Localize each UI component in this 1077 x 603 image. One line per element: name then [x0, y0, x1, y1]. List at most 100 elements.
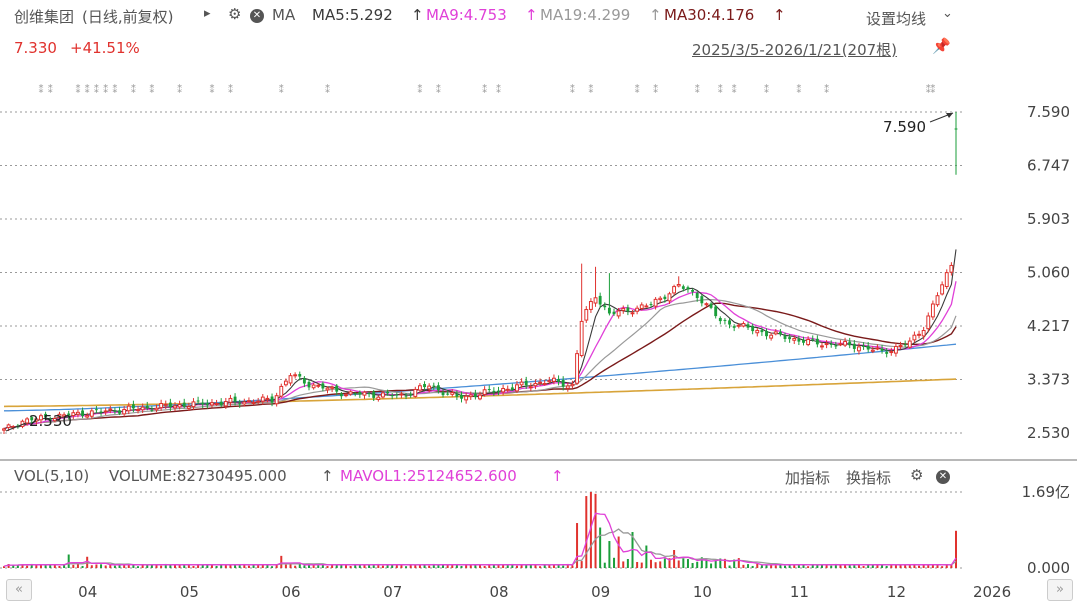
month-tick-label: 07: [383, 583, 403, 601]
scroll-right-button[interactable]: »: [1047, 579, 1073, 601]
event-marker-icon: ⁑: [695, 83, 700, 96]
candle-body: [686, 287, 690, 290]
volume-tick-label: 0.000: [1027, 559, 1070, 576]
add-indicator-button[interactable]: 加指标: [785, 467, 830, 488]
candle-body: [848, 341, 852, 346]
last-price: 7.330: [14, 39, 57, 57]
switch-indicator-button[interactable]: 换指标: [846, 467, 891, 488]
month-tick-label: 08: [489, 583, 509, 601]
high-price-label: 7.590: [883, 118, 926, 136]
candle-body: [339, 393, 343, 397]
candle-body: [829, 343, 833, 345]
volume-bar: [100, 564, 103, 568]
candle-body: [122, 408, 127, 415]
event-marker-icon: ⁑: [103, 83, 108, 96]
volume-bar: [247, 565, 250, 568]
pin-icon[interactable]: 📌: [932, 37, 951, 55]
volume-bar: [686, 559, 689, 568]
chevron-down-icon[interactable]: ⌄: [942, 6, 953, 21]
candle-body: [140, 406, 145, 411]
candle-body: [390, 395, 394, 397]
ma-close-icon[interactable]: ✕: [250, 9, 264, 23]
scroll-left-button[interactable]: «: [6, 579, 32, 601]
candle-body: [672, 286, 677, 294]
stock-name[interactable]: 创维集团: [14, 6, 74, 27]
volume-bar: [90, 565, 93, 568]
candle-body: [191, 401, 196, 408]
event-marker-icon: ⁑: [149, 83, 154, 96]
ma5-value: MA5:5.292: [312, 6, 393, 24]
event-marker-icon: ⁑: [796, 83, 801, 96]
candle-body: [6, 424, 11, 428]
volume-bar: [908, 565, 911, 568]
candle-body: [751, 325, 755, 332]
candle-body: [926, 315, 931, 330]
volume-gear-icon[interactable]: ⚙: [910, 466, 923, 484]
candle-body: [311, 384, 316, 389]
volume-bar: [710, 563, 713, 568]
change-percent: +41.51%: [70, 39, 140, 57]
volume-close-icon[interactable]: ✕: [936, 470, 950, 484]
volume-bar: [640, 562, 643, 568]
month-tick-label: 05: [179, 583, 199, 601]
candle-body: [487, 389, 491, 391]
volume-bar: [483, 565, 486, 568]
time-axis: « » 04 05 06 07 08 09 10 11 12 2026: [0, 577, 1077, 603]
volume-bar: [289, 564, 292, 568]
event-marker-icon: ⁑: [177, 83, 182, 96]
candle-body: [718, 317, 722, 322]
candle-body: [256, 400, 261, 403]
candle-body: [728, 320, 731, 325]
volume-bar: [747, 564, 750, 568]
candle-body: [238, 403, 242, 405]
candle-body: [838, 343, 843, 346]
candle-body: [432, 385, 436, 387]
event-marker-icon: ⁑: [325, 83, 330, 96]
candle-body: [196, 400, 200, 402]
volume-bar: [751, 565, 754, 568]
candle-body: [279, 385, 284, 397]
candle-body: [663, 296, 667, 299]
candle-body: [177, 404, 182, 408]
month-tick-label: 10: [692, 583, 712, 601]
candle-body: [233, 396, 237, 402]
volume-bar: [326, 565, 329, 568]
event-marker-icon: ⁑: [112, 83, 117, 96]
candle-body: [575, 353, 579, 384]
candle-body: [163, 403, 168, 406]
candle-body: [797, 338, 801, 342]
ma-gear-icon[interactable]: ⚙: [228, 5, 241, 23]
ma-settings-button[interactable]: 设置均线: [866, 8, 926, 29]
volume-bar: [104, 565, 107, 568]
candle-body: [492, 390, 496, 393]
volume-bar: [599, 527, 602, 568]
volume-bar: [238, 565, 241, 568]
price-tick-label: 7.590: [1027, 103, 1070, 121]
candle-body: [482, 389, 487, 395]
candle-body: [815, 338, 819, 345]
volume-bar: [626, 559, 629, 568]
event-marker-icon: ⁑: [732, 83, 737, 96]
candle-body: [898, 345, 903, 348]
candle-body: [691, 289, 695, 292]
event-marker-icon: ⁑: [570, 83, 575, 96]
volume-bar: [691, 563, 694, 568]
candle-body: [792, 337, 797, 341]
candle-body: [773, 331, 778, 335]
volume-bar: [714, 560, 717, 568]
candle-body: [293, 374, 298, 377]
candle-body: [700, 296, 704, 304]
candle-body: [533, 382, 538, 387]
mavol2-line: [3, 528, 957, 567]
volume-bar: [358, 565, 361, 568]
candle-body: [542, 383, 547, 386]
volume-bar: [830, 565, 833, 568]
candle-body: [283, 380, 288, 386]
kline-chart[interactable]: ⁑ ⁑ ⁑ ⁑ ⁑ ⁑ ⁑ ⁑ ⁑ ⁑ ⁑ ⁑ ⁑ ⁑ ⁑ ⁑ ⁑ ⁑ ⁑ ⁑ ⁑ ⁑ ⁑ ⁑ ⁑ ⁑ ⁑ ⁑ ⁑ ⁑ 7.5902.53…: [0, 64, 1077, 576]
candle-body: [746, 324, 750, 328]
volume-bar: [742, 564, 745, 568]
expand-arrow-icon[interactable]: ▸: [204, 6, 211, 21]
date-range[interactable]: 2025/3/5-2026/1/21(207根): [692, 39, 897, 60]
candle-body: [94, 409, 98, 411]
candle-body: [917, 333, 921, 336]
